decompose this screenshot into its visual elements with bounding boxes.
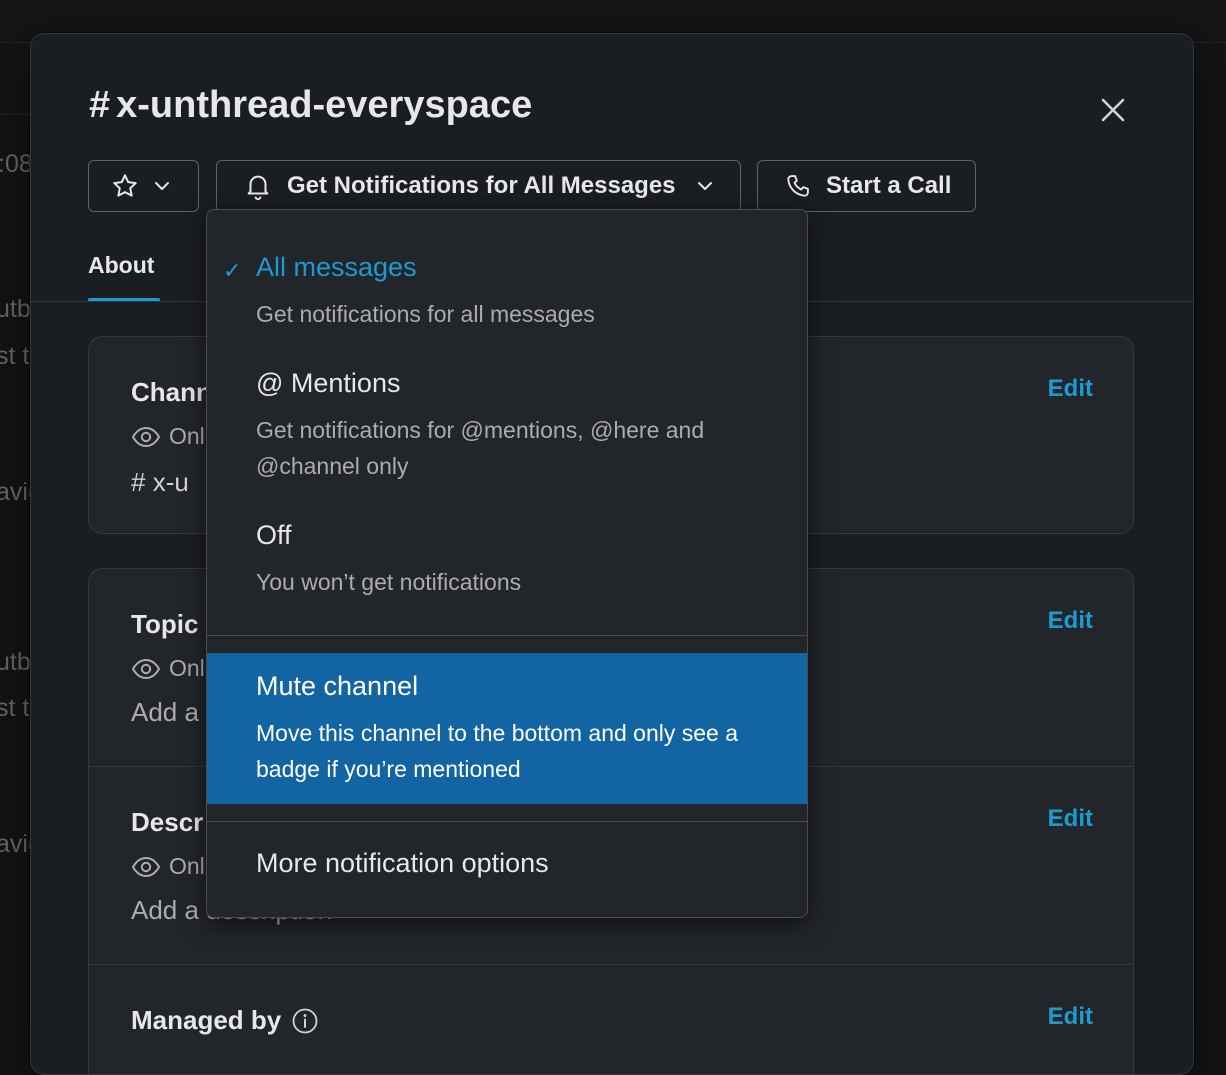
close-icon [1101,98,1125,122]
close-button[interactable] [1095,92,1131,128]
eye-icon [131,658,161,679]
edit-description-button[interactable]: Edit [1048,805,1093,833]
channel-name-text: x-u [152,467,189,497]
description-heading: Descr [131,807,204,837]
option-label: More notification options [256,848,549,878]
eye-icon [131,426,161,447]
edit-channel-name-button[interactable]: Edit [1048,375,1093,403]
option-label: All messages [256,252,417,282]
eye-icon [131,856,161,877]
option-description: Move this channel to the bottom and only… [256,720,739,782]
channel-name: x-unthread-everyspace [116,84,533,126]
managed-by-label: Managed by [131,1005,282,1035]
info-icon[interactable] [291,1007,319,1035]
menu-option-off[interactable]: Off You won’t get notifications [207,508,807,612]
notification-menu: ✓ All messages Get notifications for all… [206,209,808,918]
channel-hash: # [89,84,111,126]
visibility-text: Onl [169,655,205,681]
menu-option-mentions[interactable]: @ Mentions Get notifications for @mentio… [207,356,807,496]
channel-name-heading: Chann [131,377,212,407]
option-label: @ Mentions [256,368,401,398]
background-text: st t [0,342,30,370]
background-text: utb [0,648,31,676]
option-label: Off [256,520,292,550]
edit-managed-by-button[interactable]: Edit [1048,1003,1093,1031]
visibility-note: Onl [131,853,205,880]
edit-topic-button[interactable]: Edit [1048,607,1093,635]
visibility-text: Onl [169,853,205,879]
managed-by-heading: Managed by [131,1005,319,1036]
start-call-button[interactable]: Start a Call [757,160,976,212]
phone-icon [787,175,809,197]
start-call-label: Start a Call [826,172,952,199]
visibility-note: Onl [131,423,205,450]
background-text: utb [0,295,31,323]
channel-hash: # [131,467,146,497]
topic-value: Add a [131,697,199,727]
section-divider [89,964,1133,965]
notifications-button[interactable]: Get Notifications for All Messages [216,160,741,212]
visibility-text: Onl [169,423,205,449]
chevron-down-icon [155,182,169,190]
star-icon [113,174,137,197]
background-text: :08 [0,150,33,178]
notifications-label: Get Notifications for All Messages [287,172,676,199]
option-description: Get notifications for @mentions, @here a… [256,417,705,479]
menu-divider [207,635,807,636]
topic-heading: Topic [131,609,199,639]
background-divider [0,114,30,115]
option-description: You won’t get notifications [256,569,522,595]
option-description: Get notifications for all messages [256,301,595,327]
menu-option-all-messages[interactable]: ✓ All messages Get notifications for all… [207,240,807,344]
menu-option-mute-channel[interactable]: Mute channel Move this channel to the bo… [207,653,807,804]
tab-about[interactable]: About [88,252,154,279]
channel-title: # x-unthread-everyspace [89,84,532,127]
bell-icon [247,175,269,201]
background-text: st t [0,694,30,722]
visibility-note: Onl [131,655,205,682]
option-label: Mute channel [256,671,419,701]
menu-option-more-notification-options[interactable]: More notification options [207,834,807,898]
checkmark-icon: ✓ [223,258,242,283]
chevron-down-icon [697,182,712,190]
star-dropdown-button[interactable] [88,160,199,212]
description-value-start: Add a [131,895,199,925]
menu-divider [207,821,807,822]
channel-name-value: # x-u [131,467,189,498]
